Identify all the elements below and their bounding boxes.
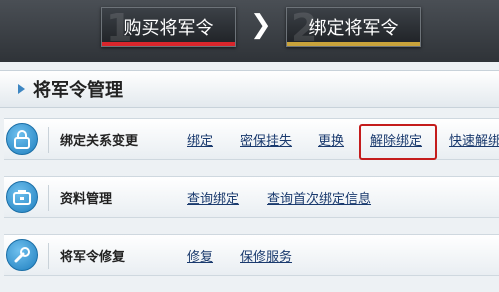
step-buy-token[interactable]: 1 购买将军令: [101, 7, 236, 47]
section-header: 将军令管理: [0, 70, 499, 108]
unbind-highlight-box: [359, 124, 437, 160]
quick-unbind-link[interactable]: 快速解绑: [449, 130, 499, 149]
section-title: 将军令管理: [33, 80, 123, 101]
row-token-repair: 将军令修复 修复 保修服务: [4, 234, 499, 276]
token-management-panel: 将军令管理 绑定关系变更 绑定 密保挂失 更换 解除绑定 快速解绑 资料管理 查…: [0, 62, 499, 292]
step-label: 绑定将军令: [308, 18, 399, 39]
step-accent-stripe: [287, 42, 420, 46]
row-label: 将军令修复: [60, 250, 126, 265]
triangle-bullet-icon: [18, 84, 25, 94]
repair-icon: [6, 239, 38, 271]
divider: [48, 185, 49, 211]
security-loss-link[interactable]: 密保挂失: [240, 130, 292, 149]
lock-icon: [6, 123, 38, 155]
divider: [48, 127, 49, 153]
step-accent-stripe: [102, 42, 235, 46]
query-binding-link[interactable]: 查询绑定: [187, 188, 239, 207]
row-label: 绑定关系变更: [60, 134, 139, 149]
row-profile-management: 资料管理 查询绑定 查询首次绑定信息: [4, 176, 499, 218]
warranty-service-link[interactable]: 保修服务: [240, 246, 292, 265]
repair-link[interactable]: 修复: [187, 246, 213, 265]
briefcase-icon: [6, 181, 38, 213]
replace-link[interactable]: 更换: [318, 130, 344, 149]
row-label: 资料管理: [60, 192, 113, 207]
divider: [48, 243, 49, 269]
step-bind-token[interactable]: 2 绑定将军令: [286, 7, 421, 47]
chevron-right-icon: ❯: [250, 10, 272, 40]
step-banner: 1 购买将军令 ❯ 2 绑定将军令: [0, 0, 499, 62]
step-label: 购买将军令: [123, 18, 214, 39]
bind-link[interactable]: 绑定: [187, 130, 213, 149]
query-first-binding-link[interactable]: 查询首次绑定信息: [267, 188, 371, 207]
